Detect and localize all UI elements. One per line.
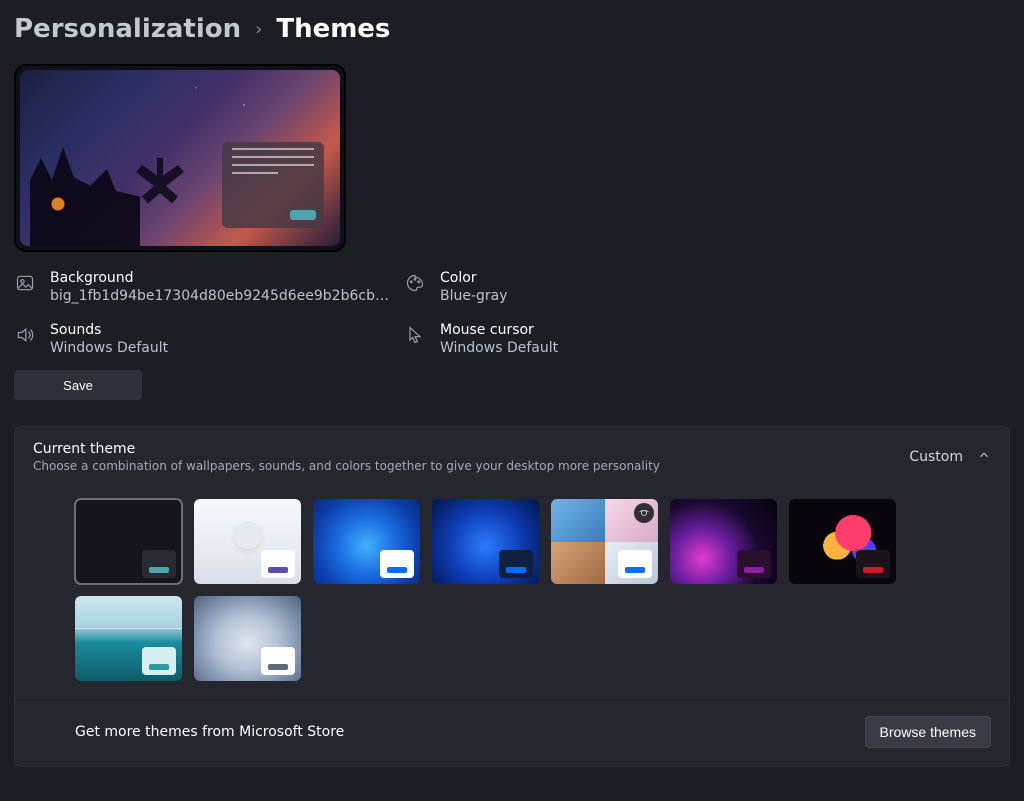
theme-accent-swatch — [856, 550, 890, 578]
detail-cursor-label: Mouse cursor — [440, 322, 558, 338]
detail-sounds[interactable]: Sounds Windows Default — [14, 322, 394, 356]
theme-tile-windows-dark[interactable] — [432, 499, 539, 584]
theme-preview-window — [222, 142, 324, 228]
theme-tile-windows-light[interactable] — [313, 499, 420, 584]
cursor-icon — [404, 324, 426, 346]
theme-tile-captured-motion[interactable] — [789, 499, 896, 584]
more-themes-label: Get more themes from Microsoft Store — [75, 724, 344, 740]
detail-cursor-value: Windows Default — [440, 340, 558, 356]
detail-color-value: Blue-gray — [440, 288, 508, 304]
theme-accent-swatch — [499, 550, 533, 578]
current-theme-header[interactable]: Current theme Choose a combination of wa… — [15, 427, 1009, 487]
current-theme-subtitle: Choose a combination of wallpapers, soun… — [33, 459, 660, 473]
theme-accent-swatch — [261, 647, 295, 675]
theme-grid — [15, 487, 955, 687]
theme-accent-swatch — [142, 550, 176, 578]
detail-sounds-value: Windows Default — [50, 340, 168, 356]
theme-accent-swatch — [737, 550, 771, 578]
theme-preview-wallpaper — [20, 70, 340, 246]
theme-tile-flow[interactable] — [194, 596, 301, 681]
chevron-right-icon: › — [255, 19, 262, 40]
breadcrumb-current: Themes — [276, 14, 390, 44]
detail-sounds-label: Sounds — [50, 322, 168, 338]
theme-tile-light[interactable] — [194, 499, 301, 584]
browse-themes-button[interactable]: Browse themes — [865, 716, 991, 748]
speaker-icon — [14, 324, 36, 346]
save-button[interactable]: Save — [14, 370, 142, 400]
breadcrumb: Personalization › Themes — [0, 0, 1024, 58]
theme-tile-spotlight[interactable] — [551, 499, 658, 584]
spotlight-icon — [634, 503, 654, 523]
palette-icon — [404, 272, 426, 294]
theme-details: Background big_1fb1d94be17304d80eb9245d6… — [14, 270, 1024, 356]
theme-accent-swatch — [261, 550, 295, 578]
theme-tile-glow[interactable] — [670, 499, 777, 584]
theme-accent-swatch — [380, 550, 414, 578]
theme-tile-sunrise[interactable] — [75, 596, 182, 681]
detail-color[interactable]: Color Blue-gray — [404, 270, 784, 304]
theme-accent-swatch — [618, 550, 652, 578]
theme-preview — [14, 64, 346, 252]
detail-background[interactable]: Background big_1fb1d94be17304d80eb9245d6… — [14, 270, 394, 304]
current-theme-card: Current theme Choose a combination of wa… — [14, 426, 1010, 767]
detail-color-label: Color — [440, 270, 508, 286]
picture-icon — [14, 272, 36, 294]
theme-accent-swatch — [142, 647, 176, 675]
detail-cursor[interactable]: Mouse cursor Windows Default — [404, 322, 784, 356]
current-theme-title: Current theme — [33, 441, 660, 457]
detail-background-value: big_1fb1d94be17304d80eb9245d6ee9b2b6cbb8… — [50, 288, 390, 304]
theme-tile-custom[interactable] — [75, 499, 182, 584]
theme-footer: Get more themes from Microsoft Store Bro… — [15, 697, 1009, 766]
detail-background-label: Background — [50, 270, 390, 286]
chevron-up-icon — [977, 448, 991, 466]
breadcrumb-parent[interactable]: Personalization — [14, 14, 241, 44]
current-theme-value: Custom — [909, 449, 963, 465]
